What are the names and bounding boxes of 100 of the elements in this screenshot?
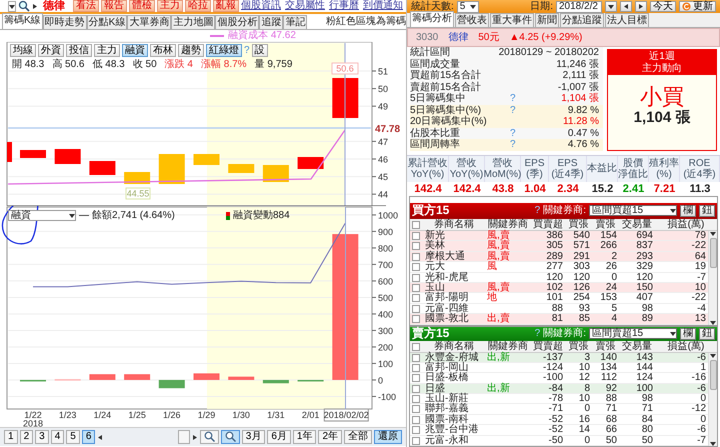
- tab[interactable]: 籌碼分析: [410, 11, 454, 27]
- tab[interactable]: 筆記: [283, 15, 308, 29]
- metric-value: 142.4: [452, 182, 482, 196]
- candle: [228, 164, 254, 173]
- row-checkbox[interactable]: [412, 304, 420, 313]
- tab[interactable]: 個股分析: [215, 15, 260, 29]
- field-label: 統計天數:: [411, 0, 454, 12]
- help-icon[interactable]: ?: [534, 205, 540, 217]
- row-checkbox[interactable]: [412, 436, 420, 445]
- scrollbar-thumb[interactable]: [710, 238, 716, 268]
- chart-button[interactable]: 均線: [10, 44, 36, 57]
- toolbar-button[interactable]: 亂報: [213, 0, 239, 12]
- toolbar-button[interactable]: 看法: [73, 0, 99, 12]
- search-button[interactable]: [18, 0, 30, 12]
- tab[interactable]: 主力地圖: [171, 15, 216, 29]
- table-cell: -71: [531, 404, 565, 415]
- row-checkbox[interactable]: [412, 405, 420, 414]
- tab[interactable]: 分點追蹤: [560, 13, 604, 27]
- range-button[interactable]: 2年: [318, 430, 342, 444]
- row-checkbox[interactable]: [412, 364, 420, 372]
- row-checkbox[interactable]: [412, 384, 420, 393]
- link[interactable]: 個股資訊: [241, 0, 281, 12]
- page-button[interactable]: 2: [20, 430, 34, 444]
- stock-dropdown[interactable]: [8, 0, 16, 12]
- chart-button[interactable]: 主力: [94, 44, 120, 57]
- tab[interactable]: 營收表: [455, 13, 489, 27]
- row-checkbox[interactable]: [412, 274, 420, 282]
- link[interactable]: 交易屬性: [285, 0, 325, 12]
- toolbar-button[interactable]: 體檢: [129, 0, 155, 12]
- row-checkbox[interactable]: [412, 242, 420, 250]
- page-button[interactable]: 1: [4, 430, 18, 444]
- scrollbar-thumb[interactable]: [710, 360, 716, 390]
- table-cell: 303: [565, 262, 592, 273]
- link[interactable]: 行事曆: [329, 0, 359, 12]
- range-button[interactable]: 1年: [292, 430, 316, 444]
- row-checkbox[interactable]: [412, 354, 420, 362]
- chart-button[interactable]: 設: [252, 44, 268, 57]
- chart-button[interactable]: 融資: [122, 44, 148, 57]
- quote-value: 漲跌 4: [164, 59, 193, 70]
- tab[interactable]: 大單券商: [127, 15, 172, 29]
- row-checkbox[interactable]: [412, 395, 420, 404]
- chart-button[interactable]: 外資: [38, 44, 64, 57]
- next-button[interactable]: [635, 1, 647, 12]
- row-checkbox[interactable]: [412, 232, 420, 240]
- range-button[interactable]: 全部: [344, 430, 372, 444]
- date-field[interactable]: 2018/2/2: [556, 0, 602, 12]
- toolbar-button[interactable]: 報告: [101, 0, 127, 12]
- row-checkbox[interactable]: [412, 416, 420, 424]
- chart-button[interactable]: 布林: [150, 44, 176, 57]
- prev-button[interactable]: [620, 1, 632, 12]
- page-button[interactable]: 6: [82, 430, 96, 444]
- page-button[interactable]: 3: [35, 430, 49, 444]
- today-button[interactable]: 今天: [650, 1, 676, 12]
- filter-select[interactable]: 區間買超15: [589, 205, 677, 216]
- row-checkbox[interactable]: [412, 263, 420, 272]
- axis-label: 1/30: [232, 410, 250, 420]
- table-cell: 100: [619, 384, 655, 394]
- link[interactable]: 到價通知: [363, 0, 403, 12]
- scroll-handle[interactable]: [178, 430, 190, 444]
- row-checkbox[interactable]: [412, 252, 420, 261]
- panel-button[interactable]: 欄: [680, 204, 696, 217]
- chart-button[interactable]: 趨勢: [178, 44, 204, 57]
- tab[interactable]: 分點K線: [86, 15, 128, 29]
- panel-button[interactable]: 鈕: [699, 204, 715, 217]
- panel-button[interactable]: 欄: [680, 328, 696, 340]
- chart-button[interactable]: 紅綠燈: [206, 44, 242, 57]
- scroll-down-button[interactable]: [710, 320, 716, 324]
- filter-select[interactable]: 區間賣超15: [589, 328, 677, 339]
- tab[interactable]: 籌碼K線: [2, 13, 43, 29]
- header-checkbox[interactable]: [412, 220, 420, 229]
- page-button[interactable]: 5: [66, 430, 80, 444]
- row-checkbox[interactable]: [412, 426, 420, 434]
- scroll-down-button[interactable]: [710, 441, 716, 446]
- tab[interactable]: 追蹤: [259, 15, 284, 29]
- range-button[interactable]: 3月: [242, 430, 266, 444]
- page-button[interactable]: 4: [50, 430, 64, 444]
- caret-icon: [69, 213, 75, 218]
- header-checkbox[interactable]: [412, 342, 420, 350]
- row-checkbox[interactable]: [412, 315, 420, 324]
- row-checkbox[interactable]: [412, 294, 420, 302]
- indicator-select[interactable]: 融資: [8, 210, 76, 222]
- row-checkbox[interactable]: [412, 374, 420, 382]
- zoom-in-button[interactable]: [220, 430, 240, 444]
- panel-button[interactable]: 鈕: [699, 328, 715, 340]
- tab[interactable]: 重大事件: [490, 13, 534, 27]
- toolbar-button[interactable]: 哈拉: [185, 0, 211, 12]
- stock-code: 3030: [416, 32, 438, 44]
- row-checkbox[interactable]: [412, 284, 420, 292]
- chart-button[interactable]: 投信: [66, 44, 92, 57]
- range-button[interactable]: 還原: [374, 430, 402, 444]
- tab[interactable]: 即時走勢: [42, 15, 87, 29]
- dropdown-button[interactable]: [605, 1, 617, 12]
- zoom-out-button[interactable]: [200, 430, 219, 444]
- refresh-button[interactable]: 更新: [679, 1, 716, 12]
- days-select[interactable]: 5: [456, 0, 479, 12]
- range-button[interactable]: 6月: [267, 430, 291, 444]
- table-cell: 837: [619, 241, 655, 252]
- table-cell: 140: [592, 352, 619, 363]
- tab[interactable]: 法人目標: [605, 13, 649, 27]
- tab[interactable]: 新聞: [535, 13, 559, 27]
